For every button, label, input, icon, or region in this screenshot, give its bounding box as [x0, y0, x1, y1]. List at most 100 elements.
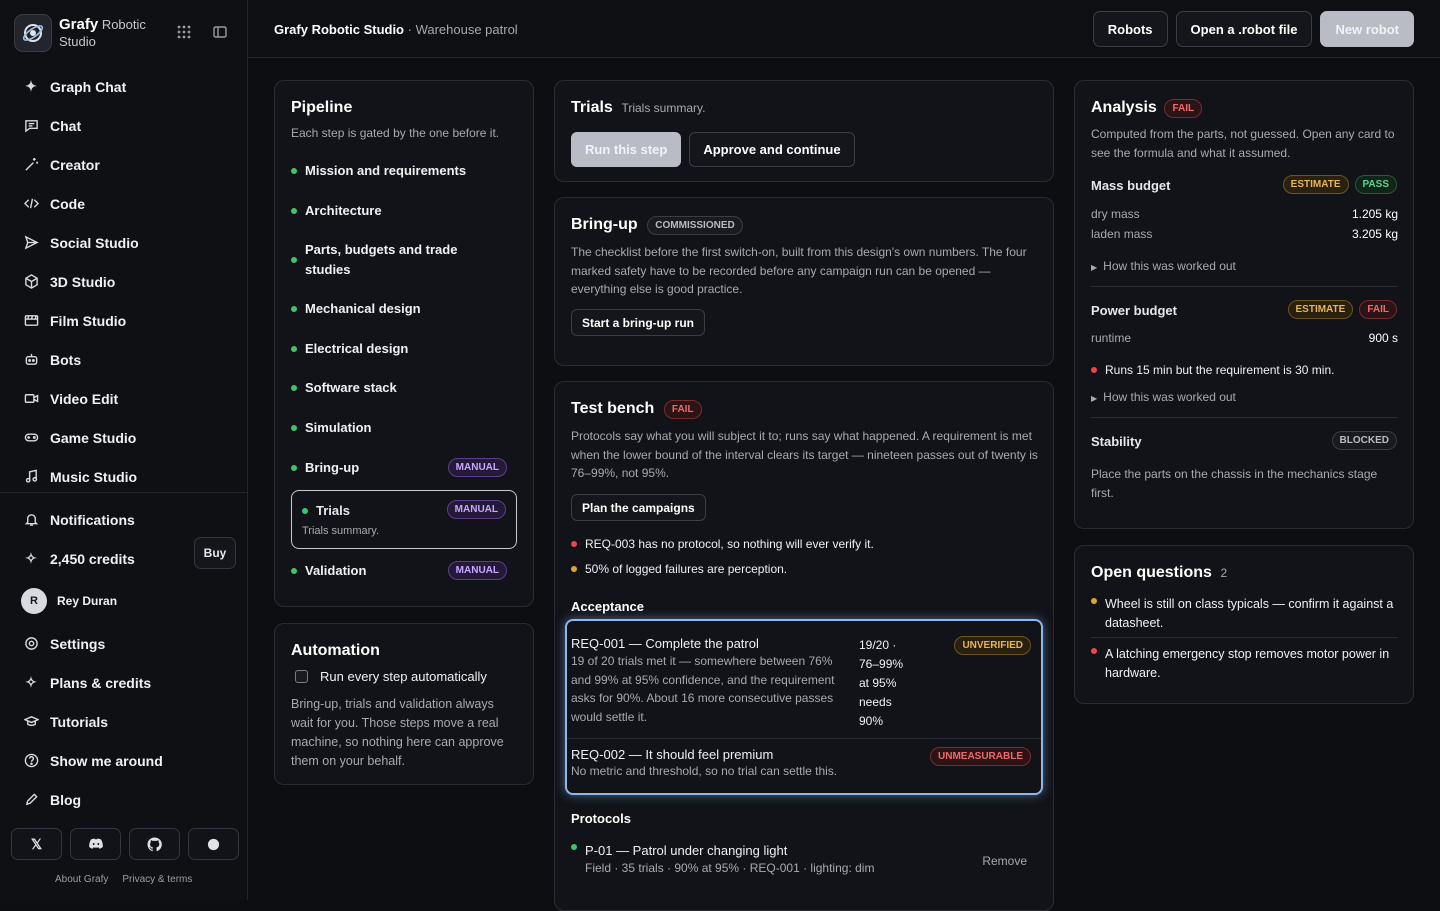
sidebar-toggle-icon[interactable] — [212, 24, 228, 43]
nav-show-me-around[interactable]: Show me around — [0, 741, 247, 780]
stability-title[interactable]: Stability — [1091, 434, 1142, 449]
nav-chat[interactable]: Chat — [0, 106, 247, 145]
step-software[interactable]: Software stack — [291, 380, 517, 395]
analysis-fail-badge: FAIL — [1164, 99, 1203, 119]
sparkle-icon: ✦ — [25, 78, 37, 94]
step-mechanical[interactable]: Mechanical design — [291, 301, 517, 316]
pass-badge: PASS — [1354, 175, 1397, 194]
req-002-row[interactable]: REQ-002 — It should feel premium No metr… — [571, 747, 931, 781]
power-budget-title[interactable]: Power budget — [1091, 303, 1177, 318]
step-parts[interactable]: Parts, budgets and trade studies — [291, 240, 517, 280]
circle-icon[interactable] — [188, 828, 239, 860]
power-how-worked-out[interactable]: ▶ How this was worked out — [1091, 390, 1236, 404]
account-nav: Notifications ✧ 2,450 credits Buy R Rey Dur… — [0, 500, 247, 819]
nav-film-studio[interactable]: Film Studio — [0, 301, 247, 340]
step-architecture[interactable]: Architecture — [291, 203, 517, 218]
nav-creator[interactable]: Creator — [0, 145, 247, 184]
open-robot-file-button[interactable]: Open a .robot file — [1175, 11, 1313, 47]
nav-social-studio[interactable]: Social Studio — [0, 223, 247, 262]
graduation-cap-icon — [22, 714, 40, 729]
req-001-row[interactable]: REQ-001 — Complete the patrol 19 of 20 t… — [571, 636, 853, 726]
dry-mass-value: 1.205 kg — [1351, 207, 1398, 221]
step-validation[interactable]: Validation MANUAL — [291, 561, 517, 580]
issue-item: 50% of logged failures are perception. — [571, 562, 787, 576]
step-bringup[interactable]: Bring-up MANUAL — [291, 458, 517, 477]
stability-description: Place the parts on the chassis in the me… — [1091, 467, 1378, 500]
nav-game-studio[interactable]: Game Studio — [0, 418, 247, 457]
manual-badge: MANUAL — [446, 500, 506, 519]
auto-run-checkbox-label[interactable]: Run every step automatically — [295, 669, 487, 684]
grafy-logo-icon — [14, 14, 52, 52]
plan-campaigns-button[interactable]: Plan the campaigns — [571, 494, 706, 521]
buy-credits-button[interactable]: Buy — [194, 537, 236, 569]
trials-subtitle: Trials summary. — [621, 101, 706, 115]
bringup-card: Bring-up COMMISSIONED The checklist befo… — [554, 197, 1054, 366]
question-item[interactable]: A latching emergency stop removes motor … — [1091, 645, 1403, 683]
nav-code[interactable]: Code — [0, 184, 247, 223]
video-icon — [22, 391, 40, 406]
wand-icon — [22, 157, 40, 172]
start-bringup-button[interactable]: Start a bring-up run — [571, 309, 705, 336]
run-step-button[interactable]: Run this step — [571, 132, 682, 167]
acceptance-list: REQ-001 — Complete the patrol 19 of 20 t… — [565, 619, 1043, 795]
nav-music-studio[interactable]: Music Studio — [0, 457, 247, 496]
mass-budget-title[interactable]: Mass budget — [1091, 178, 1170, 193]
new-robot-button[interactable]: New robot — [1320, 11, 1414, 47]
send-icon — [22, 235, 40, 250]
about-link[interactable]: About Grafy — [55, 874, 108, 885]
issue-item: REQ-003 has no protocol, so nothing will… — [571, 537, 874, 551]
robots-button[interactable]: Robots — [1092, 11, 1168, 47]
protocols-heading: Protocols — [571, 811, 631, 826]
remove-protocol-button[interactable]: Remove — [982, 854, 1027, 868]
cube-icon — [22, 274, 40, 289]
user-profile[interactable]: R Rey Duran — [0, 578, 247, 624]
auto-run-checkbox[interactable] — [295, 670, 308, 683]
step-mission[interactable]: Mission and requirements — [291, 163, 517, 178]
pipeline-card: Pipeline Each step is gated by the one b… — [274, 80, 534, 607]
analysis-card: Analysis FAIL Computed from the parts, n… — [1074, 80, 1414, 529]
trials-card: Trials Trials summary. Run this step App… — [554, 80, 1054, 182]
brand-name: Grafy — [59, 16, 99, 33]
nav-blog[interactable]: Blog — [0, 780, 247, 819]
nav-credits[interactable]: ✧ 2,450 credits Buy — [0, 537, 247, 578]
open-questions-card: Open questions 2 Wheel is still on class… — [1074, 545, 1414, 704]
test-bench-description: Protocols say what you will subject it t… — [571, 429, 1038, 480]
nav-bots[interactable]: Bots — [0, 340, 247, 379]
nav-tutorials[interactable]: Tutorials — [0, 702, 247, 741]
pipeline-subtitle: Each step is gated by the one before it. — [291, 126, 500, 140]
step-trials[interactable]: Trials MANUAL Trials summary. — [291, 490, 517, 549]
step-electrical[interactable]: Electrical design — [291, 341, 517, 356]
nav-3d-studio[interactable]: 3D Studio — [0, 262, 247, 301]
brand[interactable]: Grafy Robotic Studio — [14, 14, 159, 52]
runtime-value: 900 s — [1368, 331, 1398, 345]
code-icon — [22, 196, 40, 211]
blocked-badge: BLOCKED — [1331, 431, 1397, 450]
estimate-badge: ESTIMATE — [1282, 175, 1349, 194]
x-twitter-icon[interactable]: 𝕏 — [11, 828, 62, 860]
gear-icon — [22, 636, 40, 651]
automation-description: Bring-up, trials and validation always w… — [291, 697, 504, 768]
laden-mass-value: 3.205 kg — [1351, 227, 1398, 241]
nav-plans-credits[interactable]: ✧ Plans & credits — [0, 663, 247, 702]
mass-how-worked-out[interactable]: ▶ How this was worked out — [1091, 259, 1236, 273]
nav-graph-chat[interactable]: ✦ Graph Chat — [0, 67, 247, 106]
github-icon[interactable] — [129, 828, 180, 860]
bringup-title: Bring-up — [571, 216, 638, 233]
privacy-link[interactable]: Privacy & terms — [122, 874, 192, 885]
discord-icon[interactable] — [70, 828, 121, 860]
protocol-row[interactable]: P-01 — Patrol under changing light Field… — [571, 843, 874, 875]
acceptance-heading: Acceptance — [571, 599, 644, 614]
apps-grid-icon[interactable] — [176, 24, 192, 43]
nav-video-edit[interactable]: Video Edit — [0, 379, 247, 418]
req-002-desc: No metric and threshold, so no trial can… — [571, 764, 838, 778]
analysis-title: Analysis — [1091, 99, 1157, 116]
estimate-badge: ESTIMATE — [1287, 300, 1354, 319]
step-simulation[interactable]: Simulation — [291, 420, 517, 435]
nav-settings[interactable]: Settings — [0, 624, 247, 663]
open-questions-title: Open questions — [1091, 564, 1212, 581]
sparkle-icon: ✧ — [25, 674, 37, 690]
nav-notifications[interactable]: Notifications — [0, 500, 247, 539]
approve-continue-button[interactable]: Approve and continue — [689, 132, 855, 167]
question-item[interactable]: Wheel is still on class typicals — confi… — [1091, 595, 1403, 633]
req-001-stat: 19/20 · 76–99% at 95% needs 90% — [859, 638, 904, 728]
